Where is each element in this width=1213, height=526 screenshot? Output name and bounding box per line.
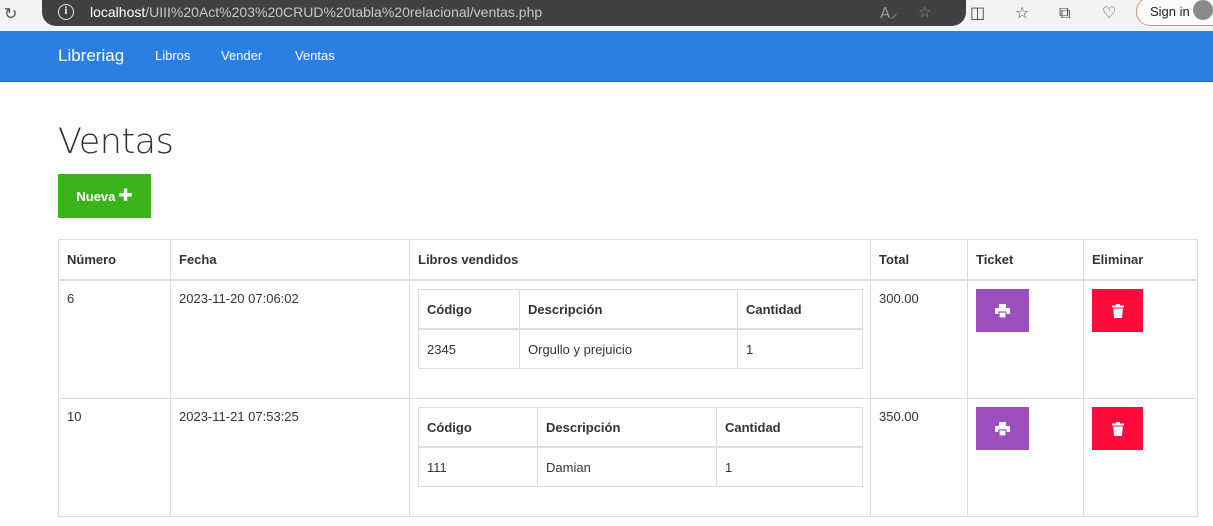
inner-header-descripcion: Descripción	[537, 407, 717, 448]
print-ticket-button[interactable]	[976, 289, 1029, 332]
favorite-star-icon[interactable]: ☆	[918, 3, 931, 21]
column-header-numero: Número	[58, 239, 171, 281]
print-ticket-button[interactable]	[976, 407, 1029, 450]
sign-in-button[interactable]: Sign in	[1136, 0, 1213, 26]
column-header-ticket: Ticket	[967, 239, 1084, 281]
book-descripcion: Damian	[537, 446, 717, 487]
navbar-brand[interactable]: Libreriag	[58, 46, 124, 66]
inner-header-cantidad: Cantidad	[737, 289, 863, 330]
site-info-icon[interactable]: i	[58, 4, 74, 20]
address-bar[interactable]: i localhost/UIII%20Act%203%20CRUD%20tabl…	[42, 0, 966, 26]
cell-libros: Código Descripción Cantidad 111 Damian 1	[409, 398, 871, 517]
cell-numero: 10	[58, 398, 171, 517]
new-sale-label: Nueva	[76, 189, 116, 204]
book-codigo: 111	[418, 446, 538, 487]
cell-libros: Código Descripción Cantidad 2345 Orgullo…	[409, 279, 871, 399]
inner-header-codigo: Código	[418, 407, 538, 448]
column-header-libros: Libros vendidos	[409, 239, 871, 281]
book-descripcion: Orgullo y prejuicio	[519, 328, 738, 369]
cell-numero: 6	[58, 279, 171, 399]
favorites-icon[interactable]: ☆	[1015, 3, 1029, 22]
nav-link-ventas[interactable]: Ventas	[295, 48, 335, 63]
list-item: 2345 Orgullo y prejuicio 1	[418, 328, 863, 369]
inner-header-descripcion: Descripción	[519, 289, 738, 330]
table-row: 10 2023-11-21 07:53:25 Código Descripció…	[58, 398, 1198, 517]
table-row: 6 2023-11-20 07:06:02 Código Descripción…	[58, 279, 1198, 399]
new-sale-button[interactable]: Nueva ✚	[58, 174, 151, 218]
delete-sale-button[interactable]	[1092, 289, 1143, 332]
cell-eliminar	[1083, 279, 1198, 399]
plus-icon: ✚	[118, 186, 133, 206]
table-header-row: Número Fecha Libros vendidos Total Ticke…	[58, 239, 1198, 281]
list-item: 111 Damian 1	[418, 446, 863, 487]
printer-icon	[995, 421, 1010, 436]
avatar-icon	[1193, 0, 1213, 20]
delete-sale-button[interactable]	[1092, 407, 1143, 450]
cell-eliminar	[1083, 398, 1198, 517]
printer-icon	[995, 303, 1010, 318]
nav-link-libros[interactable]: Libros	[155, 48, 190, 63]
browser-essentials-icon[interactable]: ♡	[1102, 3, 1116, 22]
books-sold-table: Código Descripción Cantidad 111 Damian 1	[418, 407, 863, 487]
book-codigo: 2345	[418, 328, 520, 369]
cell-total: 300.00	[870, 279, 968, 399]
column-header-fecha: Fecha	[170, 239, 410, 281]
trash-icon	[1111, 303, 1124, 318]
cell-ticket	[967, 279, 1084, 399]
inner-header-codigo: Código	[418, 289, 520, 330]
page-title: Ventas	[58, 122, 174, 162]
read-aloud-icon[interactable]: A⸝	[880, 3, 898, 23]
book-cantidad: 1	[716, 446, 863, 487]
trash-icon	[1111, 421, 1124, 436]
inner-header-cantidad: Cantidad	[716, 407, 863, 448]
navbar: Libreriag Libros Vender Ventas	[0, 31, 1213, 82]
book-cantidad: 1	[737, 328, 863, 369]
cell-ticket	[967, 398, 1084, 517]
reload-icon[interactable]: ↻	[4, 4, 24, 24]
split-screen-icon[interactable]: ◫	[970, 3, 985, 22]
books-sold-table: Código Descripción Cantidad 2345 Orgullo…	[418, 289, 863, 369]
browser-toolbar: ↻ i localhost/UIII%20Act%203%20CRUD%20ta…	[0, 0, 1213, 31]
sales-table: Número Fecha Libros vendidos Total Ticke…	[58, 239, 1198, 517]
cell-fecha: 2023-11-20 07:06:02	[170, 279, 410, 399]
collections-icon[interactable]: ⧉	[1059, 3, 1070, 23]
column-header-eliminar: Eliminar	[1083, 239, 1198, 281]
nav-link-vender[interactable]: Vender	[221, 48, 262, 63]
url-text: localhost/UIII%20Act%203%20CRUD%20tabla%…	[90, 4, 543, 20]
column-header-total: Total	[870, 239, 968, 281]
cell-fecha: 2023-11-21 07:53:25	[170, 398, 410, 517]
cell-total: 350.00	[870, 398, 968, 517]
